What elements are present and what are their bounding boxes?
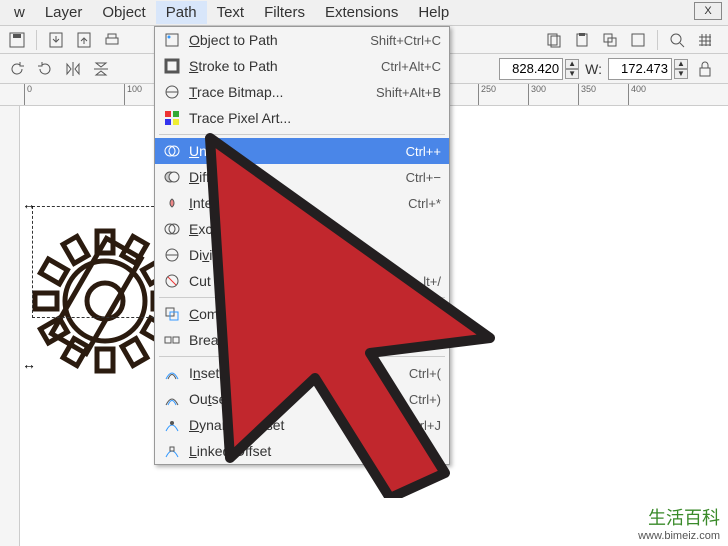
menu-extensions[interactable]: Extensions — [315, 1, 408, 24]
menu-item-shortcut: Ctrl+Alt+C — [381, 59, 441, 74]
watermark: 生活百科 www.bimeiz.com — [638, 504, 720, 542]
menu-item-label: Stroke to Path — [189, 58, 373, 74]
flip-h-icon[interactable] — [62, 58, 84, 80]
stepper-down-icon[interactable]: ▼ — [674, 69, 688, 79]
division-icon — [163, 246, 181, 264]
menu-filters[interactable]: Filters — [254, 1, 315, 24]
window-close-button[interactable]: X — [694, 2, 722, 20]
ruler-tick: 350 — [578, 84, 596, 106]
dynamic-offset-icon — [163, 416, 181, 434]
selection-box — [32, 206, 164, 318]
rotate-ccw-icon[interactable] — [6, 58, 28, 80]
watermark-text: 生活百科 — [638, 504, 720, 530]
menu-item-object-to-path[interactable]: Object to Path Shift+Ctrl+C — [155, 27, 449, 53]
linked-offset-icon — [163, 442, 181, 460]
cut-path-icon — [163, 272, 181, 290]
separator — [657, 30, 658, 50]
ruler-vertical — [0, 106, 20, 546]
print-icon[interactable] — [101, 29, 123, 51]
duplicate-icon[interactable] — [599, 29, 621, 51]
trace-bitmap-icon — [163, 83, 181, 101]
ruler-tick: 0 — [24, 84, 32, 106]
stepper-up-icon[interactable]: ▲ — [565, 59, 579, 69]
menu-item-label: Trace Pixel Art... — [189, 110, 433, 126]
inset-icon — [163, 364, 181, 382]
ruler-tick: 250 — [478, 84, 496, 106]
ruler-tick: 300 — [528, 84, 546, 106]
menu-item-label: Trace Bitmap... — [189, 84, 368, 100]
clone-icon[interactable] — [627, 29, 649, 51]
export-icon[interactable] — [73, 29, 95, 51]
save-icon[interactable] — [6, 29, 28, 51]
menu-object[interactable]: Object — [92, 1, 155, 24]
paste-icon[interactable] — [571, 29, 593, 51]
difference-icon — [163, 168, 181, 186]
menu-help[interactable]: Help — [408, 1, 459, 24]
w-spinner[interactable]: ▲▼ — [608, 58, 688, 80]
ruler-tick: 100 — [124, 84, 142, 106]
exclusion-icon — [163, 220, 181, 238]
menu-item-trace-bitmap[interactable]: Trace Bitmap... Shift+Alt+B — [155, 79, 449, 105]
grid-icon[interactable] — [694, 29, 716, 51]
menu-item-label: Object to Path — [189, 32, 362, 48]
ruler-tick: 400 — [628, 84, 646, 106]
combine-icon — [163, 305, 181, 323]
outset-icon — [163, 390, 181, 408]
rotate-cw-icon[interactable] — [34, 58, 56, 80]
x-input[interactable] — [499, 58, 563, 80]
cursor-arrow-icon — [190, 128, 510, 498]
copy-icon[interactable] — [543, 29, 565, 51]
menu-item-shortcut: Shift+Ctrl+C — [370, 33, 441, 48]
selection-handle-icon[interactable]: ↔ — [22, 356, 36, 372]
menu-layer[interactable]: Layer — [35, 1, 93, 24]
import-icon[interactable] — [45, 29, 67, 51]
stroke-to-path-icon — [163, 57, 181, 75]
close-icon: X — [704, 5, 711, 17]
zoom-icon[interactable] — [666, 29, 688, 51]
w-label: W: — [585, 61, 602, 77]
flip-v-icon[interactable] — [90, 58, 112, 80]
w-input[interactable] — [608, 58, 672, 80]
menubar: w Layer Object Path Text Filters Extensi… — [0, 0, 728, 26]
menu-text[interactable]: Text — [207, 1, 255, 24]
lock-icon[interactable] — [694, 58, 716, 80]
intersection-icon — [163, 194, 181, 212]
menu-view[interactable]: w — [4, 1, 35, 24]
menu-item-shortcut: Shift+Alt+B — [376, 85, 441, 100]
stepper-up-icon[interactable]: ▲ — [674, 59, 688, 69]
break-apart-icon — [163, 331, 181, 349]
separator — [36, 30, 37, 50]
menu-path[interactable]: Path — [156, 1, 207, 24]
watermark-url: www.bimeiz.com — [638, 530, 720, 542]
object-to-path-icon — [163, 31, 181, 49]
menu-item-stroke-to-path[interactable]: Stroke to Path Ctrl+Alt+C — [155, 53, 449, 79]
x-spinner[interactable]: ▲▼ — [499, 58, 579, 80]
union-icon — [163, 142, 181, 160]
selection-handle-icon[interactable]: ↔ — [22, 196, 36, 212]
stepper-down-icon[interactable]: ▼ — [565, 69, 579, 79]
trace-pixel-art-icon — [163, 109, 181, 127]
